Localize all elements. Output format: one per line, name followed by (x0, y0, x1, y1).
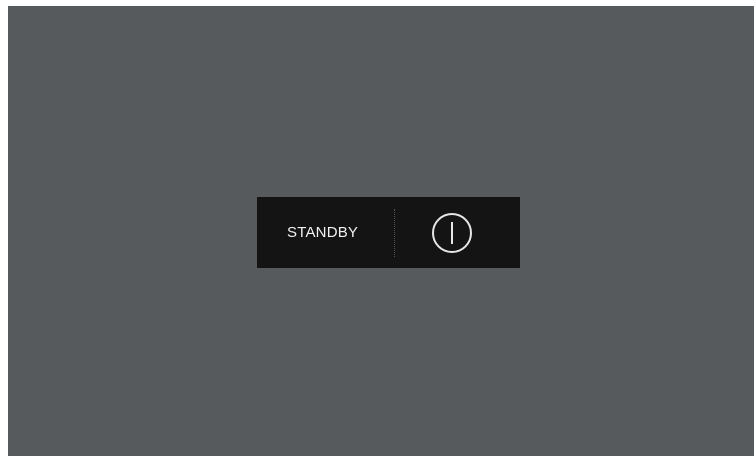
standby-panel: STANDBY (257, 197, 520, 268)
divider (394, 209, 395, 257)
power-icon (432, 213, 472, 253)
standby-label: STANDBY (287, 224, 359, 241)
power-button[interactable] (430, 211, 474, 255)
device-screen: STANDBY (8, 6, 754, 456)
